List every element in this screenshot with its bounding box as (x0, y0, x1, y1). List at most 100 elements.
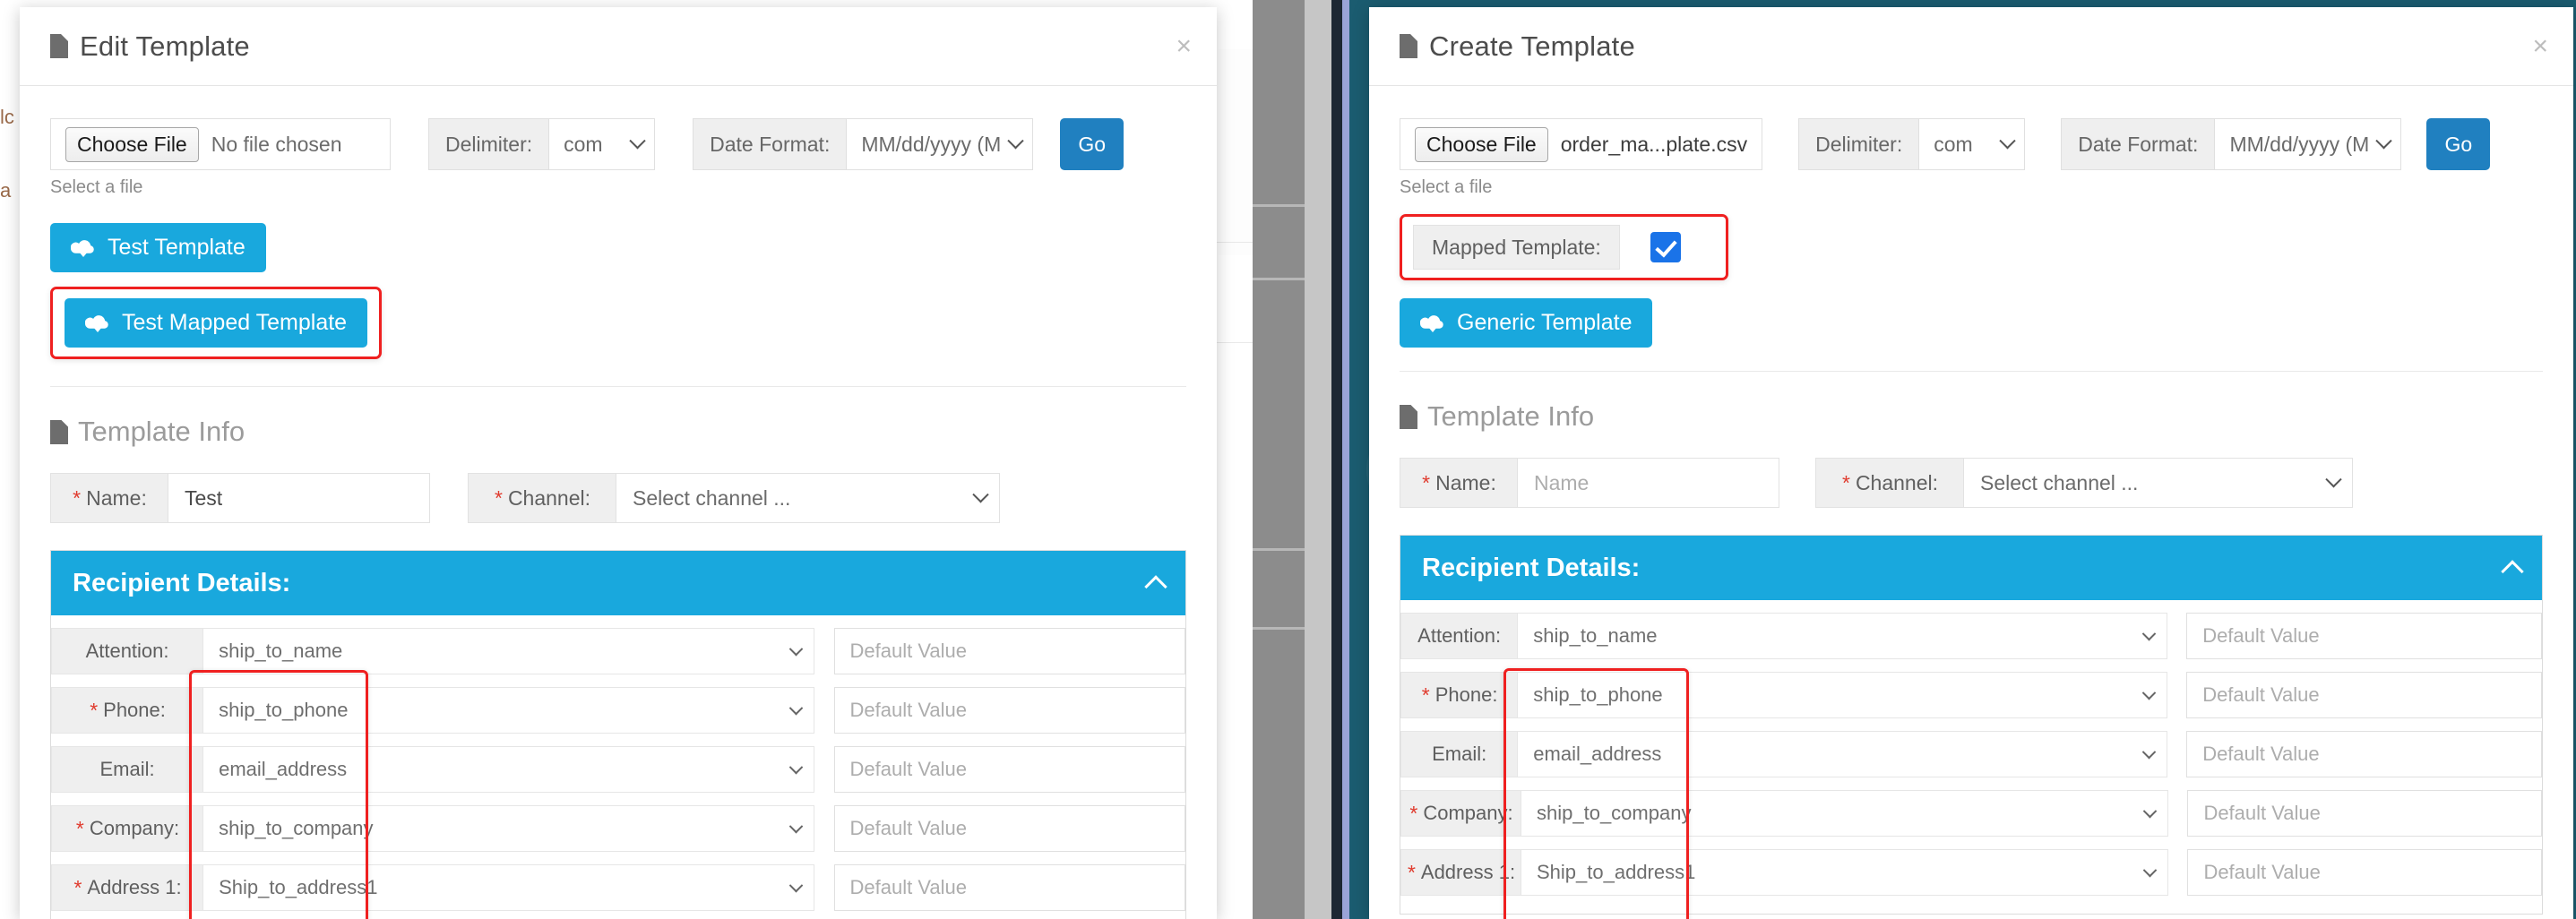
mapped-field-select[interactable]: ship_to_phone (203, 687, 815, 734)
edit-template-header: Edit Template × (20, 7, 1217, 86)
create-template-toolbar: Choose File order_ma...plate.csv Select … (1400, 86, 2543, 198)
mapped-template-checkbox[interactable] (1650, 232, 1681, 262)
recipient-details-rows: Attention: ship_to_name Default Value * Phon… (51, 615, 1185, 919)
chevron-up-icon[interactable] (1144, 575, 1167, 598)
row-label: Attention: (51, 628, 204, 674)
recipient-details-header[interactable]: Recipient Details: (51, 551, 1185, 615)
default-value-input[interactable]: Default Value (833, 687, 1185, 734)
row-label: Email: (51, 746, 204, 793)
mapped-field-select[interactable]: ship_to_phone (1518, 672, 2167, 718)
name-input[interactable]: Test (168, 473, 430, 523)
default-value-input[interactable]: Default Value (2187, 849, 2542, 896)
row-spacer (814, 746, 833, 793)
background-column-divider-1 (1253, 204, 1305, 207)
test-mapped-template-button[interactable]: Test Mapped Template (65, 298, 368, 348)
required-asterisk: * (1840, 470, 1849, 494)
default-value-input[interactable]: Default Value (833, 746, 1185, 793)
table-row: * Company: ship_to_company Default Value (1400, 790, 2542, 837)
default-value-input[interactable]: Default Value (2186, 731, 2542, 777)
test-template-button[interactable]: Test Template (50, 223, 266, 272)
chevron-down-icon (788, 819, 804, 833)
file-input[interactable]: Choose File No file chosen (50, 118, 391, 170)
mapped-field-select[interactable]: email_address (203, 746, 815, 793)
delimiter-label: Delimiter: (1798, 118, 1920, 170)
template-info-heading-group: Template Info (1400, 400, 2543, 433)
mapped-field-select[interactable]: Ship_to_address1 (203, 864, 815, 911)
recipient-details-panel: Recipient Details: Attention: ship_to_nam… (50, 550, 1186, 919)
date-format-value: MM/dd/yyyy (M (861, 132, 1002, 156)
go-button[interactable]: Go (1060, 118, 1124, 170)
date-format-group: Date Format: MM/dd/yyyy (M (2061, 118, 2402, 170)
row-spacer (2167, 731, 2186, 777)
row-spacer (2167, 613, 2186, 659)
date-format-value: MM/dd/yyyy (M (2229, 132, 2370, 156)
row-spacer (814, 805, 833, 852)
recipient-details-header[interactable]: Recipient Details: (1400, 536, 2542, 600)
mapped-field-value: ship_to_name (1533, 624, 1658, 647)
date-format-label: Date Format: (693, 118, 848, 170)
file-name-label: order_ma...plate.csv (1560, 132, 1748, 156)
default-value-input[interactable]: Default Value (2186, 672, 2542, 718)
name-label: * Name: (1400, 458, 1518, 508)
file-input-hint: Select a file (50, 177, 143, 197)
chevron-down-icon (1999, 132, 2016, 149)
delimiter-select[interactable]: com (1919, 118, 2026, 170)
choose-file-button[interactable]: Choose File (65, 126, 199, 162)
section-divider (1400, 371, 2543, 372)
go-button[interactable]: Go (2426, 118, 2491, 170)
row-label: Email: (1400, 731, 1519, 777)
background-column-divider-3 (1253, 548, 1305, 551)
mapped-field-select[interactable]: ship_to_company (1521, 790, 2169, 837)
row-label: * Company: (51, 805, 204, 852)
delimiter-select[interactable]: com (549, 118, 656, 170)
name-label: * Name: (50, 473, 168, 523)
mapped-field-select[interactable]: Ship_to_address1 (1521, 849, 2169, 896)
background-column-divider-2 (1253, 278, 1305, 280)
document-icon (50, 34, 68, 58)
date-format-select[interactable]: MM/dd/yyyy (M (847, 118, 1034, 170)
file-input-hint: Select a file (1400, 177, 1493, 197)
close-icon[interactable]: × (1176, 32, 1192, 60)
delimiter-group: Delimiter: com (1798, 118, 2026, 170)
mapped-field-select[interactable]: email_address (1518, 731, 2167, 777)
row-label: * Address 1: (1400, 849, 1521, 896)
default-value-input[interactable]: Default Value (833, 864, 1185, 911)
chevron-up-icon[interactable] (2501, 560, 2524, 583)
delimiter-value: com (1934, 132, 1973, 156)
date-format-select[interactable]: MM/dd/yyyy (M (2215, 118, 2402, 170)
default-value-input[interactable]: Default Value (2186, 613, 2542, 659)
mapped-field-select[interactable]: ship_to_name (203, 628, 815, 674)
name-input[interactable]: Name (1518, 458, 1779, 508)
required-asterisk: * (1406, 860, 1415, 884)
close-icon[interactable]: × (2532, 32, 2548, 60)
chevron-down-icon (788, 641, 804, 656)
required-asterisk: * (493, 485, 502, 510)
default-value-input[interactable]: Default Value (833, 628, 1185, 674)
create-template-title: Create Template (1429, 30, 1635, 62)
default-value-input[interactable]: Default Value (833, 805, 1185, 852)
mapped-field-select[interactable]: ship_to_company (203, 805, 815, 852)
generic-template-button[interactable]: Generic Template (1400, 298, 1653, 348)
delimiter-group: Delimiter: com (428, 118, 656, 170)
chevron-down-icon (2141, 626, 2157, 640)
edit-template-title-group: Edit Template (50, 30, 250, 63)
create-template-body: Choose File order_ma...plate.csv Select … (1369, 86, 2573, 919)
file-input-wrap: Choose File No file chosen Select a file (50, 118, 391, 198)
edit-template-body: Choose File No file chosen Select a file… (20, 86, 1217, 919)
document-icon (1400, 34, 1417, 58)
default-value-input[interactable]: Default Value (2187, 790, 2542, 837)
required-asterisk: * (1421, 470, 1430, 494)
background-column-divider-4 (1253, 627, 1305, 630)
channel-select[interactable]: Select channel ... (616, 473, 1000, 523)
table-row: Email: email_address Default Value (51, 746, 1185, 793)
table-row: * Address 1: Ship_to_address1 Default Value (51, 864, 1185, 911)
required-asterisk: * (89, 698, 98, 722)
table-row: * Company: ship_to_company Default Value (51, 805, 1185, 852)
mapped-field-select[interactable]: ship_to_name (1518, 613, 2167, 659)
channel-select[interactable]: Select channel ... (1964, 458, 2353, 508)
choose-file-button[interactable]: Choose File (1415, 126, 1548, 162)
mapped-template-label: Mapped Template: (1413, 225, 1620, 270)
channel-label-text: Channel: (1855, 470, 1939, 494)
file-input[interactable]: Choose File order_ma...plate.csv (1400, 118, 1763, 170)
channel-value: Select channel ... (633, 485, 791, 510)
